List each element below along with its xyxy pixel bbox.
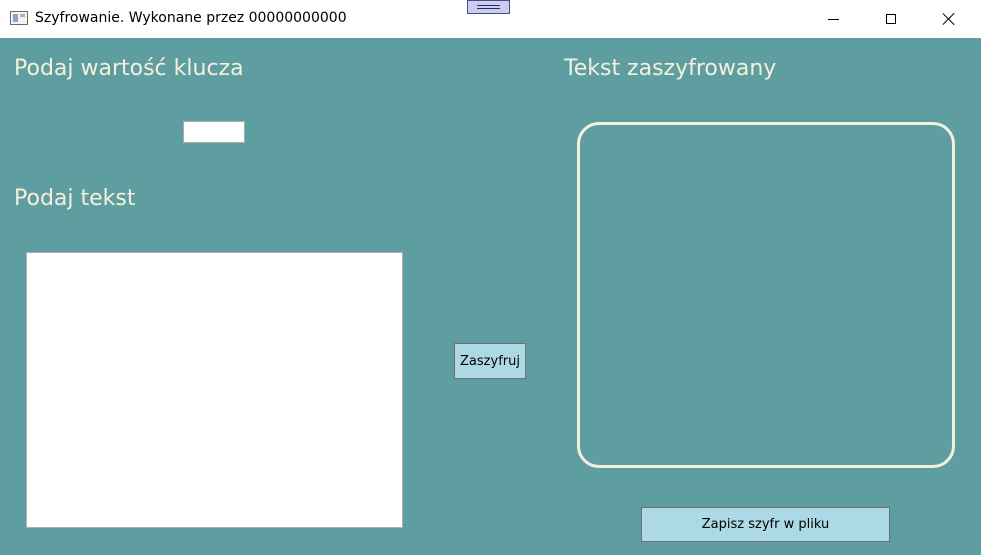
save-cipher-button[interactable]: Zapisz szyfr w pliku [641, 507, 890, 542]
drag-handle-icon[interactable] [467, 0, 510, 14]
minimize-icon [827, 18, 839, 20]
maximize-button[interactable] [862, 0, 920, 38]
ciphertext-output [577, 122, 955, 468]
key-label: Podaj wartość klucza [14, 56, 244, 81]
minimize-button[interactable] [804, 0, 862, 38]
maximize-icon [886, 14, 896, 24]
text-label: Podaj tekst [14, 186, 136, 211]
close-button[interactable] [920, 0, 978, 38]
cipher-label: Tekst zaszyfrowany [564, 56, 777, 81]
key-input[interactable] [183, 121, 245, 143]
window-title: Szyfrowanie. Wykonane przez 00000000000 [35, 10, 347, 26]
close-icon [942, 12, 956, 26]
app-window-icon[interactable] [10, 11, 28, 25]
encrypt-button[interactable]: Zaszyfruj [454, 343, 526, 379]
plaintext-input[interactable] [26, 252, 403, 528]
